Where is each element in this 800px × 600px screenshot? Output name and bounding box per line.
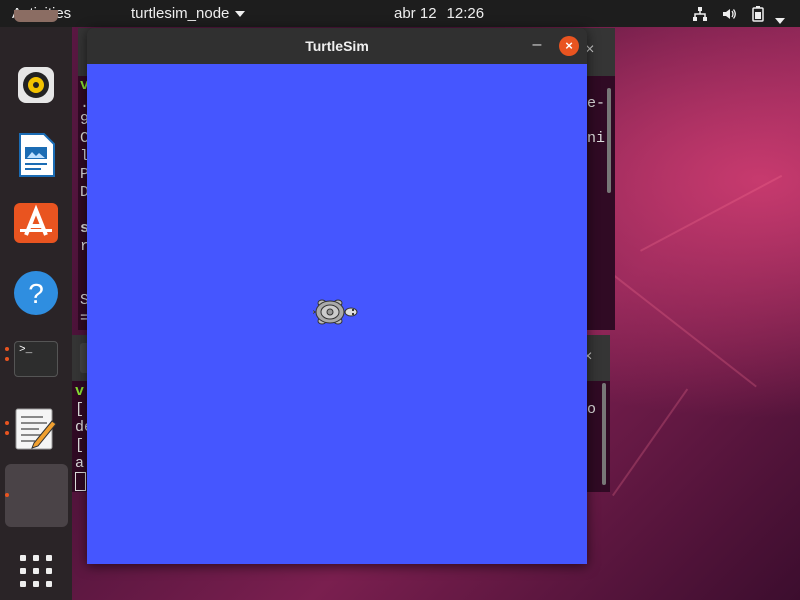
wallpaper-line [612,388,689,497]
dock-item-turtlesim[interactable] [5,464,68,527]
running-indicator [5,431,9,435]
date-label: abr 12 [394,5,437,22]
speaker-icon [18,67,54,103]
text-editor-icon [15,408,57,450]
network-icon[interactable] [692,6,708,26]
terminal-line: ni [587,130,606,147]
running-indicator [5,357,9,361]
running-indicator [5,421,9,425]
clock[interactable]: abr 12 12:26 [394,5,494,22]
close-button[interactable]: × [559,36,579,56]
dock-item-ubuntu-software[interactable] [12,199,60,247]
running-indicator [5,347,9,351]
wallpaper-line [613,275,757,388]
time-label: 12:26 [446,5,485,22]
turtlesim-canvas[interactable] [87,64,587,564]
terminal-cursor [75,472,86,491]
volume-icon[interactable] [721,6,737,26]
turtlesim-window[interactable]: TurtleSim – × [87,28,587,564]
running-indicator [5,493,9,497]
dock-item-libreoffice-writer[interactable] [12,131,60,179]
app-menu[interactable]: turtlesim_node [131,5,246,22]
app-menu-label: turtlesim_node [131,5,230,22]
terminal-line: o [587,401,597,418]
minimize-button[interactable]: – [528,37,546,55]
terminal-line: v [75,383,85,400]
terminal-line: [ [75,401,85,418]
power-menu-icon[interactable] [775,11,785,28]
scrollbar[interactable] [602,383,606,485]
help-icon: ? [14,271,58,315]
dock-item-text-editor[interactable] [12,405,60,453]
dock-item-rhythmbox[interactable] [12,61,60,109]
battery-icon[interactable] [752,6,764,26]
turtle-icon [313,299,358,325]
grid-icon [20,555,52,587]
wallpaper-line [640,174,783,252]
turtlesim-titlebar[interactable]: TurtleSim – × [87,28,587,65]
dock-item-help[interactable]: ? [12,269,60,317]
dock-item-partial[interactable] [12,10,60,30]
chevron-down-icon [235,11,246,18]
svg-text:?: ? [28,278,44,309]
terminal-line: e- [587,95,606,112]
document-icon [19,133,55,177]
terminal-icon: >_ [14,341,58,377]
show-applications-button[interactable] [12,547,60,595]
terminal-line: a [75,455,85,472]
dock-item-terminal[interactable]: >_ [12,335,60,383]
dock: ? >_ [0,10,72,600]
software-store-icon [14,203,58,243]
top-bar: Activities turtlesim_node abr 1212:26 [0,0,800,27]
terminal-line: [ [75,437,85,454]
app-icon [14,10,58,22]
window-title: TurtleSim [305,38,369,54]
scrollbar[interactable] [607,88,611,193]
